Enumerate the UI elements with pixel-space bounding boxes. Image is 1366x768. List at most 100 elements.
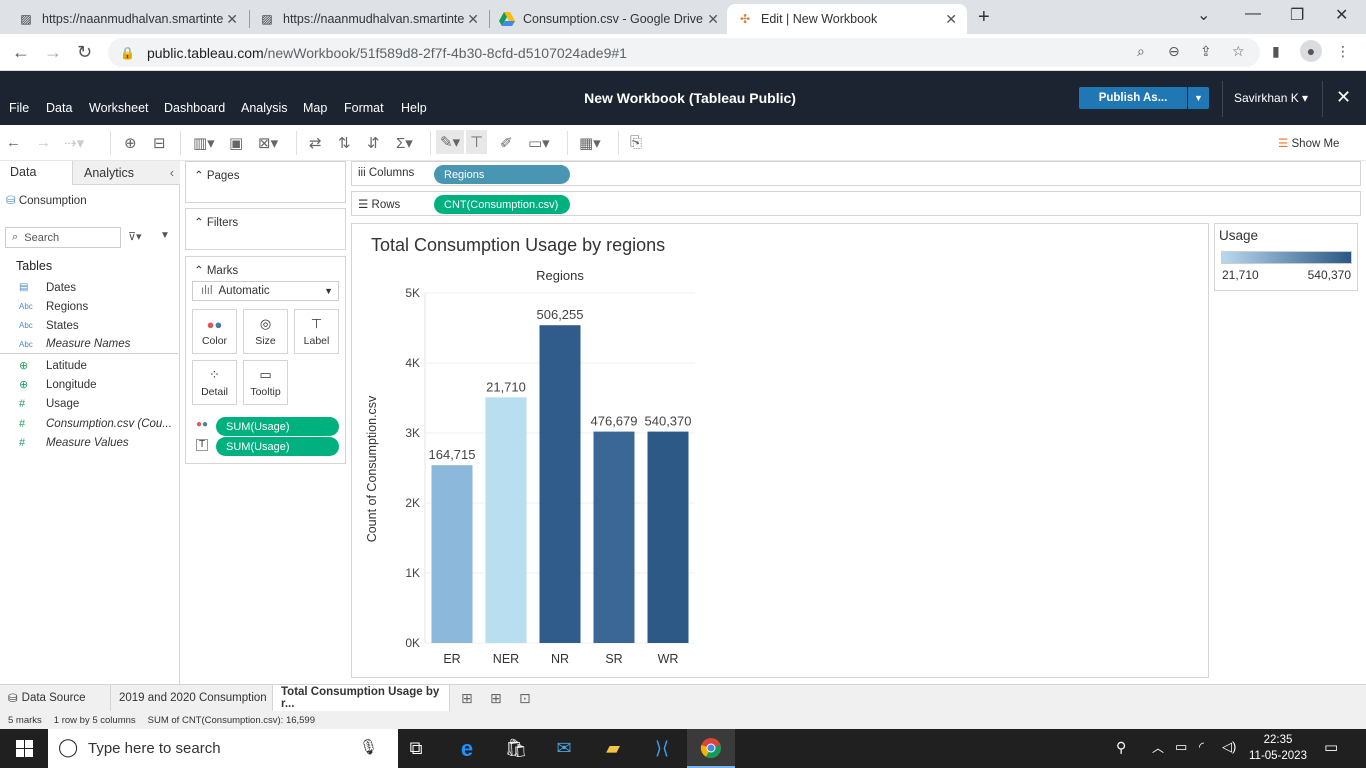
- reload-icon[interactable]: ↻: [77, 42, 92, 63]
- mark-type-select[interactable]: ılıl Automatic ▼: [192, 281, 339, 301]
- sheet-tab-2019-2020[interactable]: 2019 and 2020 Consumption: [110, 685, 275, 711]
- duplicate-sheet-icon[interactable]: ▣: [229, 134, 243, 152]
- sort-ascending-icon[interactable]: ⇅: [338, 134, 351, 152]
- field-item[interactable]: Abc States: [0, 316, 178, 335]
- publish-as-button[interactable]: Publish As...: [1079, 87, 1187, 109]
- regions-pill[interactable]: Regions: [434, 165, 570, 184]
- chrome-icon[interactable]: [687, 729, 735, 768]
- new-data-source-icon[interactable]: ⊕: [124, 134, 137, 152]
- field-item[interactable]: # Measure Values: [0, 433, 178, 452]
- field-search-input[interactable]: ⌕ Search: [5, 227, 121, 248]
- totals-icon[interactable]: Σ▾: [396, 134, 413, 152]
- back-arrow-icon[interactable]: ←: [12, 42, 30, 63]
- download-icon[interactable]: ⎘: [630, 134, 642, 151]
- store-icon[interactable]: 🛍: [492, 729, 540, 768]
- field-item[interactable]: ▤ Dates: [0, 278, 178, 297]
- zoom-icon[interactable]: ⊖: [1168, 43, 1180, 60]
- side-panel-icon[interactable]: ▮: [1272, 43, 1280, 60]
- tab-analytics[interactable]: Analytics ‹: [72, 161, 180, 185]
- publish-dropdown-icon[interactable]: ▼: [1188, 87, 1209, 109]
- wifi-icon[interactable]: ◜: [1199, 739, 1204, 755]
- data-source-tab[interactable]: ⛁ Data Source: [0, 685, 110, 711]
- new-worksheet-tab-icon[interactable]: ⊞: [461, 690, 473, 707]
- replay-icon[interactable]: ⇢▾: [64, 134, 84, 152]
- datasource-item[interactable]: ⛁ Consumption: [6, 193, 87, 207]
- vscode-icon[interactable]: ⟩⟨: [638, 729, 686, 768]
- usage-color-legend[interactable]: Usage 21,710 540,370: [1214, 223, 1358, 291]
- format-workbook-icon[interactable]: ✐: [500, 134, 513, 152]
- edge-icon[interactable]: e: [443, 729, 491, 768]
- sheet-tab-total-consumption[interactable]: Total Consumption Usage by r...: [272, 685, 450, 711]
- tab-search-chevron-icon[interactable]: ⌄: [1197, 5, 1210, 25]
- search-icon[interactable]: ⌕: [1137, 43, 1145, 60]
- tooltip-button[interactable]: ▭ Tooltip: [243, 360, 288, 405]
- file-explorer-icon[interactable]: ▰: [589, 729, 637, 768]
- mail-icon[interactable]: ✉: [540, 729, 588, 768]
- fit-icon[interactable]: ▭▾: [528, 134, 550, 152]
- browser-tab-2[interactable]: ▨ https://naanmudhalvan.smartinte ✕: [249, 4, 489, 34]
- restore-icon[interactable]: ❐: [1290, 5, 1304, 25]
- filter-fields-icon[interactable]: ⊽▾: [128, 230, 142, 243]
- people-icon[interactable]: ⚲: [1116, 739, 1126, 756]
- show-hidden-icons-chevron[interactable]: ︿: [1152, 739, 1164, 756]
- label-button[interactable]: ⊤ Label: [294, 309, 339, 354]
- show-mark-labels-icon[interactable]: ⊤: [466, 130, 488, 154]
- presentation-icon[interactable]: ▦▾: [579, 134, 601, 152]
- browser-tab-1[interactable]: ▨ https://naanmudhalvan.smartinte ✕: [8, 4, 248, 34]
- windows-start-icon[interactable]: [0, 729, 48, 768]
- filters-card[interactable]: ⌃ Filters: [185, 208, 346, 250]
- microphone-icon[interactable]: 🎙: [359, 738, 378, 756]
- clear-sheet-icon[interactable]: ⊠▾: [258, 134, 278, 152]
- field-item[interactable]: ⊕ Latitude: [0, 356, 178, 375]
- new-tab-icon[interactable]: +: [978, 6, 990, 29]
- rows-shelf[interactable]: ☰ Rows CNT(Consumption.csv): [351, 191, 1361, 216]
- color-usage-pill[interactable]: SUM(Usage): [216, 417, 339, 436]
- bookmark-star-icon[interactable]: ☆: [1232, 43, 1245, 60]
- share-icon[interactable]: ⇪: [1200, 43, 1212, 60]
- collapse-pane-icon[interactable]: ‹: [170, 166, 174, 180]
- pause-updates-icon[interactable]: ⊟: [153, 134, 166, 152]
- close-editor-icon[interactable]: ✕: [1336, 87, 1351, 108]
- count-consumption-pill[interactable]: CNT(Consumption.csv): [434, 195, 570, 214]
- field-item[interactable]: Abc Measure Names: [0, 335, 178, 354]
- browser-tab-3[interactable]: Consumption.csv - Google Drive ✕: [489, 4, 729, 34]
- url-field[interactable]: 🔒 public.tableau.com/newWorkbook/51f589d…: [108, 38, 1260, 67]
- user-menu[interactable]: Savirkhan K ▾: [1234, 91, 1308, 105]
- highlight-icon[interactable]: ✎▾: [436, 130, 465, 154]
- battery-icon[interactable]: ▭: [1175, 739, 1187, 755]
- swap-rows-columns-icon[interactable]: ⇄: [309, 134, 322, 152]
- browser-tab-4-active[interactable]: ✣ Edit | New Workbook ✕: [727, 4, 967, 34]
- taskbar-search-input[interactable]: ◯ Type here to search 🎙: [48, 729, 398, 768]
- field-item[interactable]: ⊕ Longitude: [0, 375, 178, 394]
- volume-icon[interactable]: ◁): [1222, 739, 1236, 755]
- field-item[interactable]: Abc Regions: [0, 297, 178, 316]
- label-usage-pill[interactable]: SUM(Usage): [216, 437, 339, 456]
- color-button[interactable]: ●● Color: [192, 309, 237, 354]
- redo-icon[interactable]: →: [36, 134, 51, 151]
- field-item[interactable]: # Consumption.csv (Cou...: [0, 414, 178, 433]
- columns-shelf[interactable]: iii Columns Regions: [351, 161, 1361, 186]
- new-story-tab-icon[interactable]: ⊡: [519, 690, 531, 707]
- detail-button[interactable]: ⁘ Detail: [192, 360, 237, 405]
- notifications-icon[interactable]: ▭: [1324, 738, 1338, 756]
- minimize-icon[interactable]: —: [1245, 5, 1261, 23]
- taskbar-clock[interactable]: 22:35 11-05-2023: [1248, 732, 1308, 764]
- tab-data[interactable]: Data: [0, 161, 72, 185]
- forward-arrow-icon[interactable]: →: [44, 42, 62, 63]
- close-tab-icon[interactable]: ✕: [945, 11, 957, 28]
- close-tab-icon[interactable]: ✕: [467, 11, 479, 28]
- browser-menu-icon[interactable]: ⋮: [1336, 43, 1350, 60]
- pages-card[interactable]: ⌃ Pages: [185, 161, 346, 203]
- undo-icon[interactable]: ←: [6, 134, 21, 151]
- size-button[interactable]: ◎ Size: [243, 309, 288, 354]
- close-window-icon[interactable]: ✕: [1335, 5, 1348, 25]
- sort-descending-icon[interactable]: ⇵: [367, 134, 380, 152]
- new-dashboard-tab-icon[interactable]: ⊞: [490, 690, 502, 707]
- new-worksheet-icon[interactable]: ▥▾: [193, 134, 215, 152]
- task-view-icon[interactable]: ⧉: [392, 729, 440, 768]
- close-tab-icon[interactable]: ✕: [226, 11, 238, 28]
- close-tab-icon[interactable]: ✕: [707, 11, 719, 28]
- pane-menu-icon[interactable]: ▼: [160, 230, 170, 241]
- field-item[interactable]: # Usage: [0, 394, 178, 413]
- show-me-button[interactable]: ☰ Show Me: [1278, 136, 1339, 150]
